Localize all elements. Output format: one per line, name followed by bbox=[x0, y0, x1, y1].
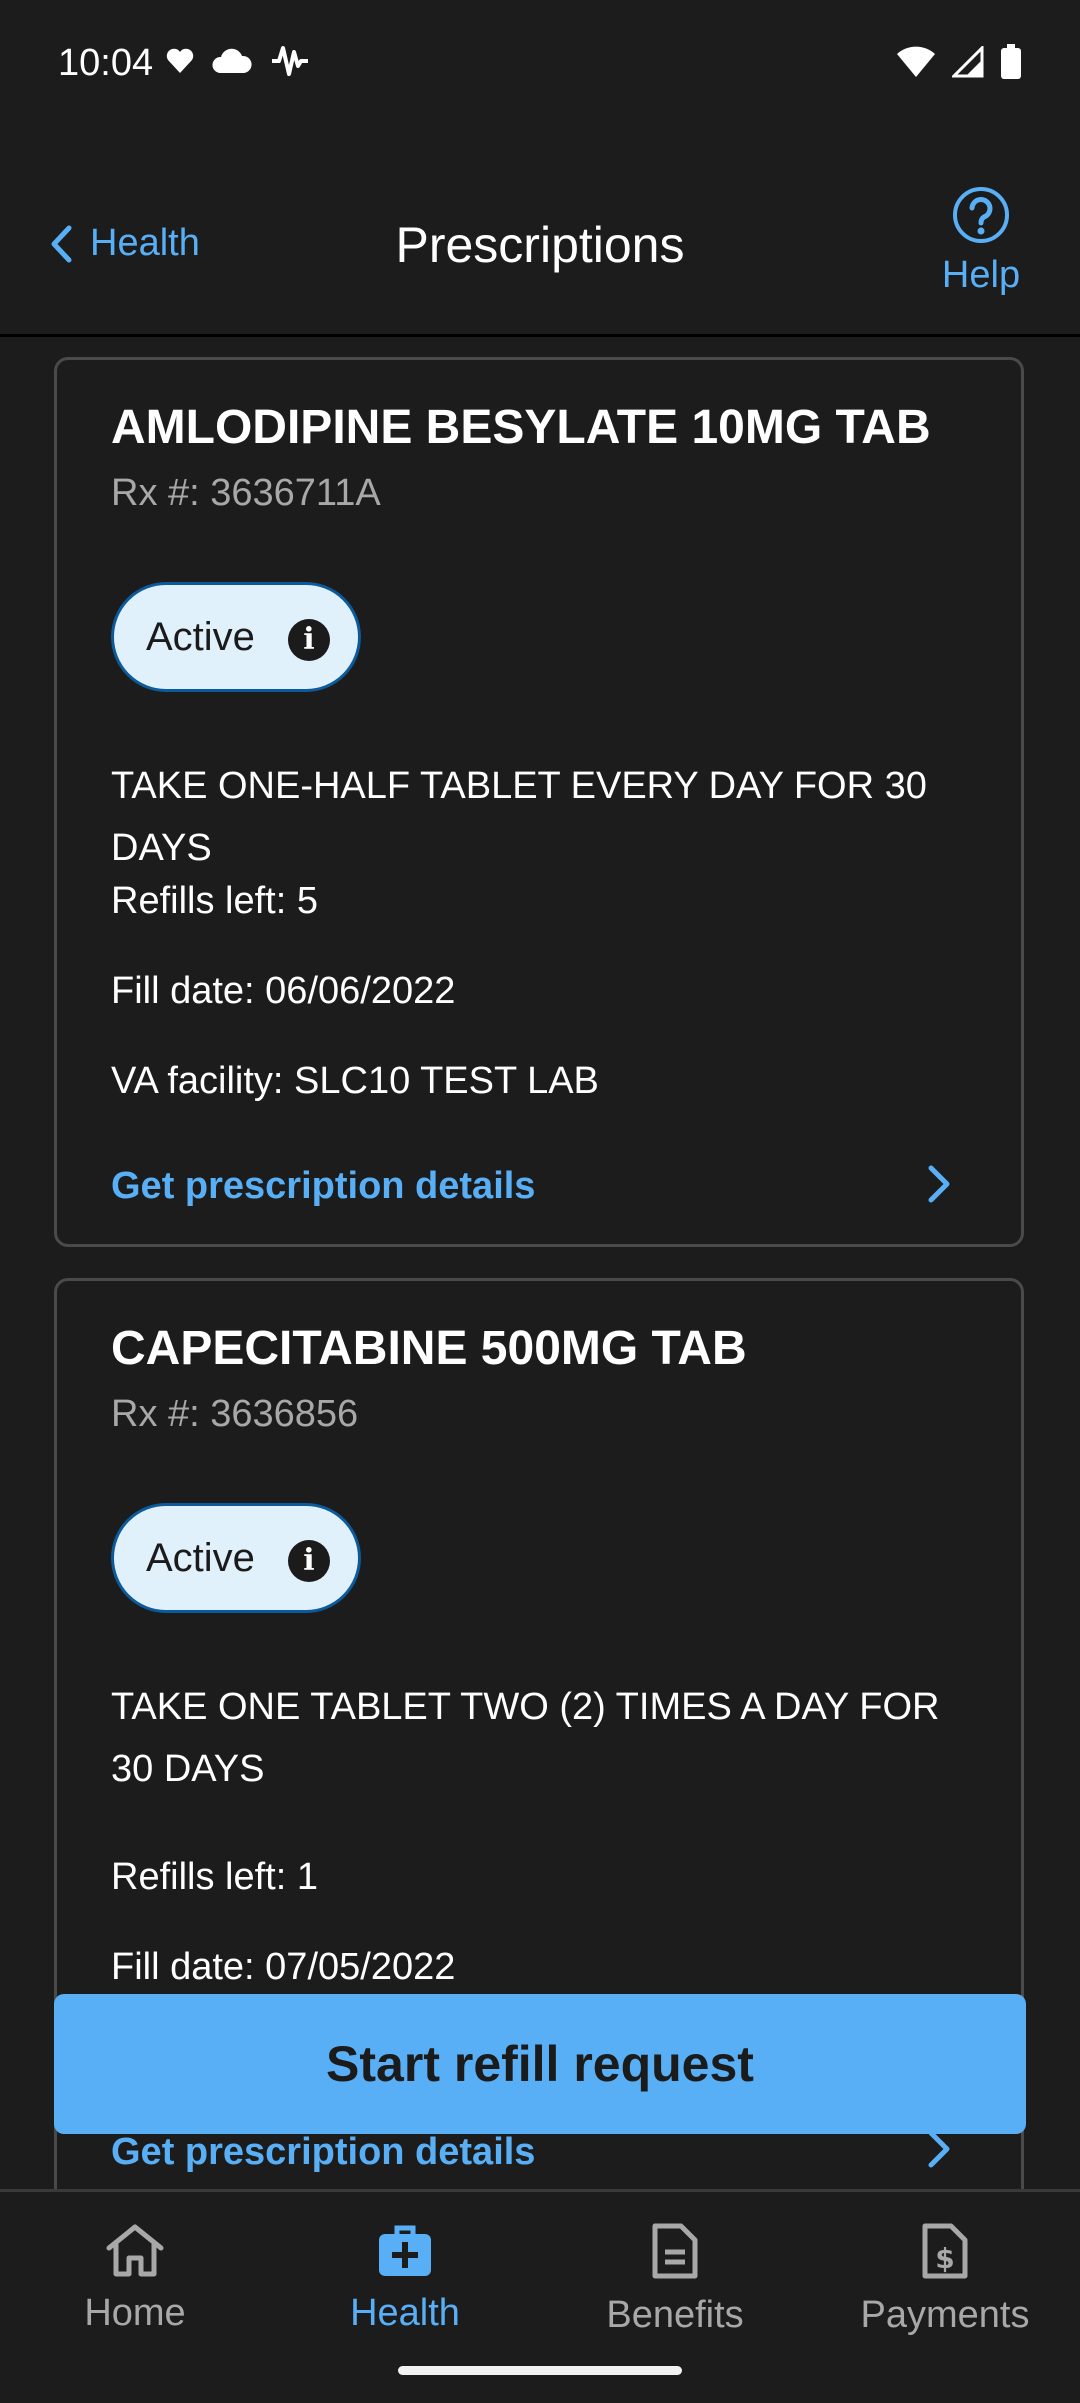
status-badge[interactable]: Active i bbox=[111, 582, 361, 692]
heart-icon bbox=[166, 48, 194, 73]
fill-date: Fill date: 07/05/2022 bbox=[111, 1946, 456, 1988]
tab-benefits[interactable]: Benefits bbox=[540, 2222, 810, 2337]
va-facility: VA facility: SLC10 TEST LAB bbox=[111, 1060, 599, 1102]
help-icon bbox=[953, 187, 1009, 243]
notification-icons bbox=[166, 44, 310, 78]
help-button[interactable]: Help bbox=[936, 186, 1026, 297]
prescription-list[interactable]: AMLODIPINE BESYLATE 10MG TAB Rx #: 36367… bbox=[0, 337, 1080, 2189]
battery-icon bbox=[1001, 44, 1021, 79]
status-badge[interactable]: Active i bbox=[111, 1503, 361, 1613]
tab-label: Home bbox=[84, 2292, 186, 2334]
status-label: Active bbox=[146, 1535, 255, 1580]
rx-number: Rx #: 3636856 bbox=[111, 1393, 359, 1435]
info-icon[interactable]: i bbox=[288, 1540, 330, 1582]
tab-label: Health bbox=[350, 2292, 460, 2334]
payment-document-icon: $ bbox=[922, 2223, 968, 2279]
tab-health[interactable]: Health bbox=[270, 2222, 540, 2335]
start-refill-request-button[interactable]: Start refill request bbox=[54, 1994, 1026, 2134]
get-details-link[interactable]: Get prescription details bbox=[111, 1165, 535, 1208]
refills-left: Refills left: 5 bbox=[111, 880, 318, 922]
status-label: Active bbox=[146, 614, 255, 659]
refills-left: Refills left: 1 bbox=[111, 1856, 318, 1898]
system-icons bbox=[896, 44, 1022, 80]
fill-date: Fill date: 06/06/2022 bbox=[111, 970, 456, 1012]
signal-icon bbox=[952, 46, 984, 78]
home-indicator[interactable] bbox=[398, 2366, 682, 2375]
instructions: TAKE ONE TABLET TWO (2) TIMES A DAY FOR … bbox=[111, 1686, 940, 1790]
medical-kit-icon bbox=[379, 2225, 431, 2276]
svg-text:$: $ bbox=[935, 2242, 954, 2275]
help-label: Help bbox=[941, 254, 1021, 296]
prescription-card: AMLODIPINE BESYLATE 10MG TAB Rx #: 36367… bbox=[54, 357, 1024, 1247]
status-time: 10:04 bbox=[58, 42, 154, 84]
pulse-icon bbox=[272, 46, 308, 76]
get-details-link[interactable]: Get prescription details bbox=[111, 2131, 535, 2174]
prescription-name: CAPECITABINE 500MG TAB bbox=[111, 1322, 747, 1375]
prescription-name: AMLODIPINE BESYLATE 10MG TAB bbox=[111, 401, 931, 454]
wifi-icon bbox=[897, 46, 935, 77]
chevron-right-icon[interactable] bbox=[927, 2129, 951, 2169]
status-bar: 10:04 bbox=[0, 0, 1080, 130]
instructions: TAKE ONE-HALF TABLET EVERY DAY FOR 30 DA… bbox=[111, 765, 927, 869]
tab-payments[interactable]: $ Payments bbox=[810, 2222, 1080, 2337]
tab-label: Benefits bbox=[606, 2294, 744, 2336]
info-icon[interactable]: i bbox=[288, 619, 330, 661]
home-icon bbox=[106, 2224, 164, 2277]
tab-home[interactable]: Home bbox=[0, 2222, 270, 2335]
page-title: Prescriptions bbox=[395, 217, 685, 273]
tab-label: Payments bbox=[860, 2294, 1030, 2336]
document-icon bbox=[652, 2223, 698, 2279]
app-header: Health Prescriptions Help bbox=[0, 130, 1080, 337]
cloud-icon bbox=[212, 48, 252, 73]
rx-number: Rx #: 3636711A bbox=[111, 472, 381, 514]
chevron-right-icon[interactable] bbox=[927, 1164, 951, 1204]
